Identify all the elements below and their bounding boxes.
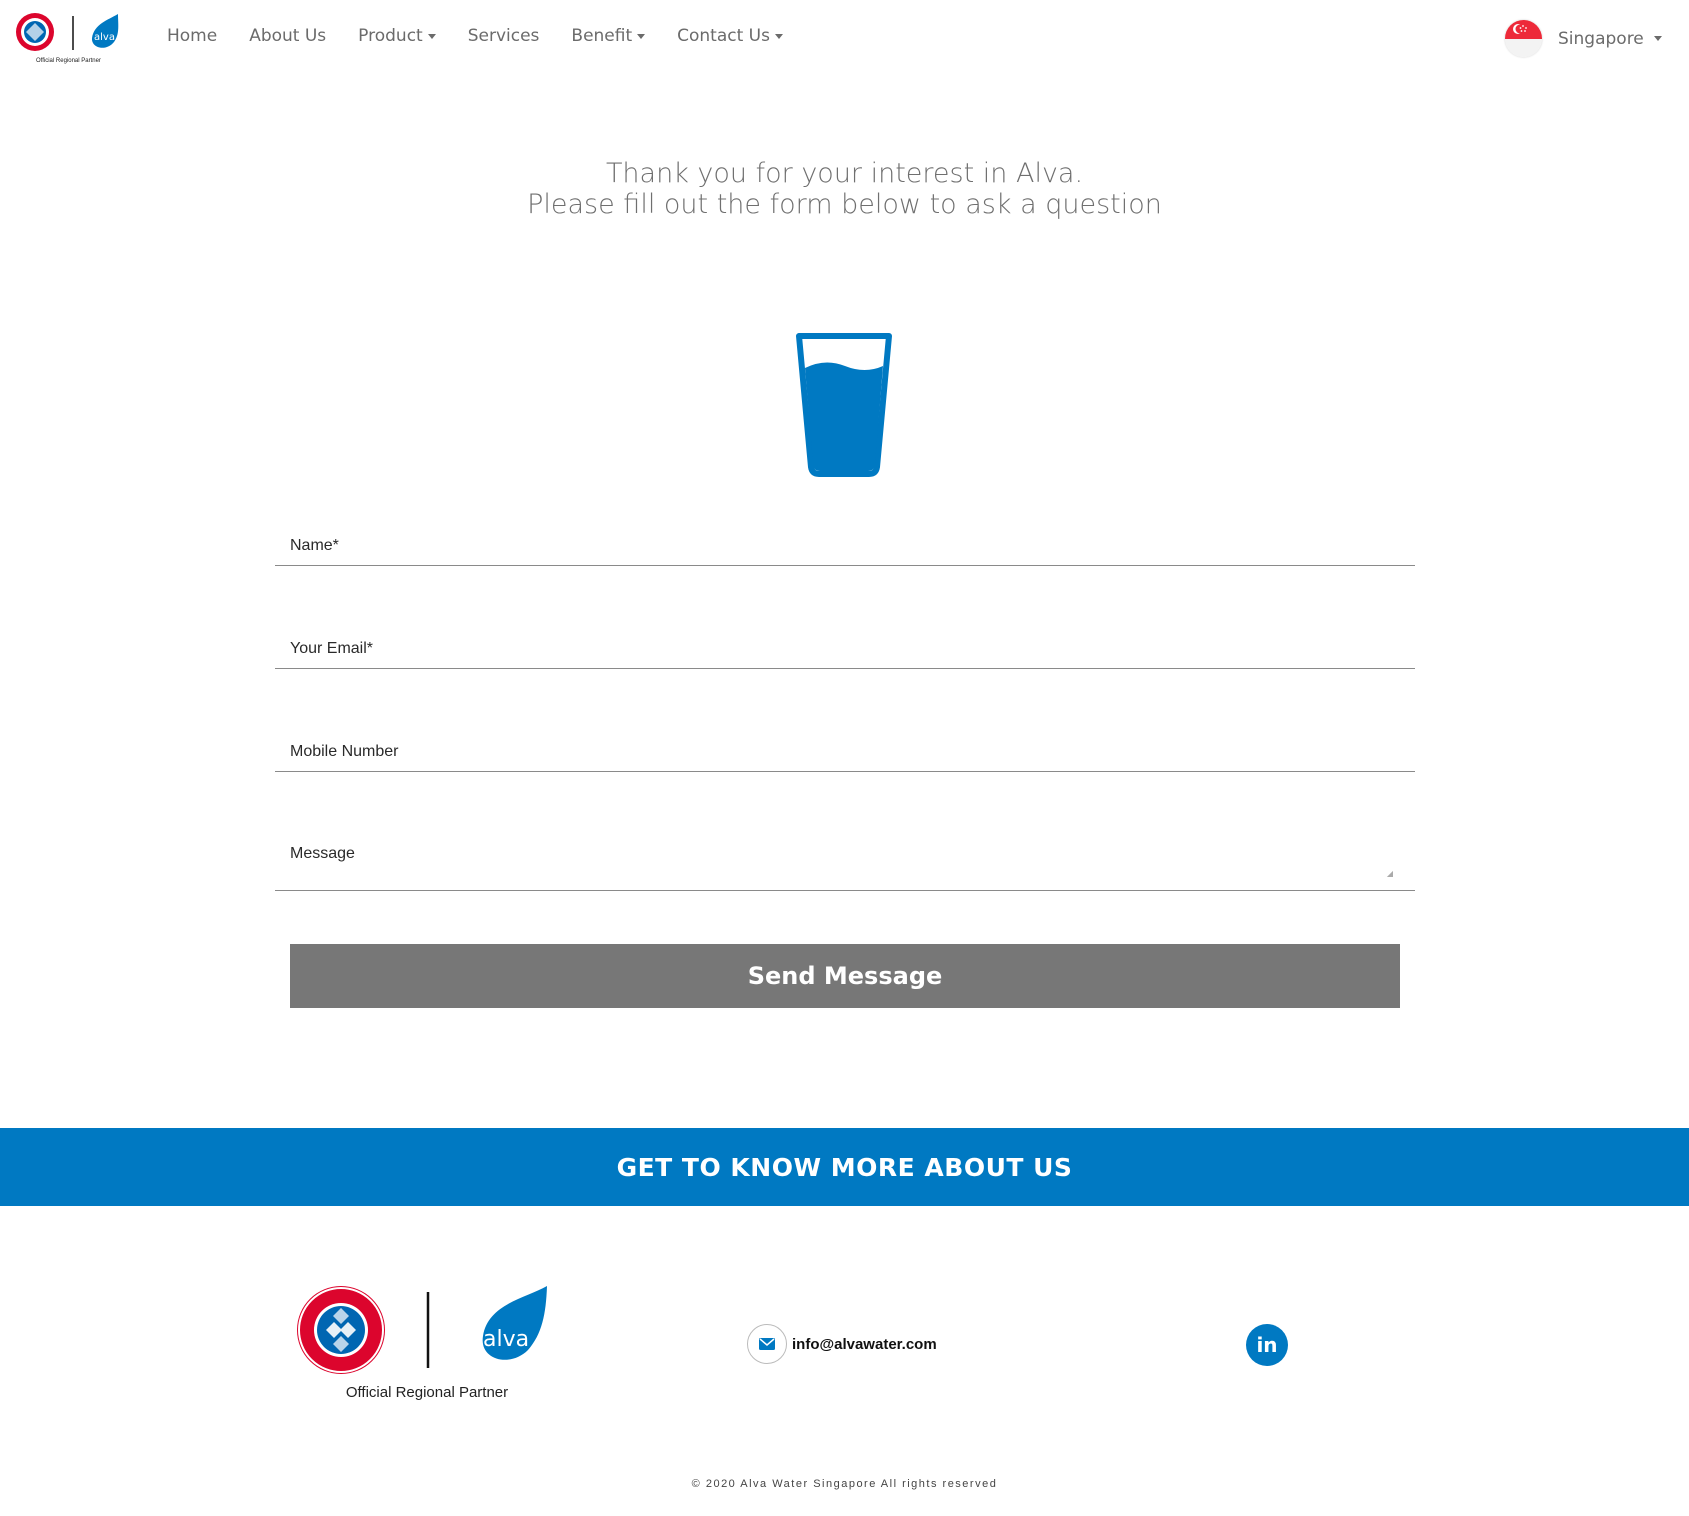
country-label: Singapore (1558, 28, 1644, 49)
name-field[interactable] (275, 526, 1415, 565)
country-selector[interactable]: Singapore (1505, 20, 1662, 57)
about-banner[interactable]: GET TO KNOW MORE ABOUT US (0, 1128, 1689, 1206)
message-field-wrap: ◢ (275, 835, 1415, 891)
water-glass-icon (796, 333, 892, 477)
nav-contact-us[interactable]: Contact Us (677, 26, 783, 46)
brand-logo[interactable]: alva Official Regional Partner (14, 10, 130, 66)
singapore-flag-icon (1505, 20, 1542, 57)
caret-down-icon (427, 33, 436, 39)
nav-about-us[interactable]: About Us (249, 26, 326, 46)
email-text: info@alvawater.com (792, 1335, 937, 1353)
site-header: alva Official Regional Partner Home Abou… (0, 0, 1689, 80)
logo-caption: Official Regional Partner (36, 58, 101, 64)
intro-line-2: Please fill out the form below to ask a … (527, 189, 1162, 220)
intro-text: Thank you for your interest in Alva. Ple… (0, 158, 1689, 220)
nav-benefit[interactable]: Benefit (571, 26, 646, 46)
message-field[interactable] (275, 835, 1415, 890)
partner-caption: Official Regional Partner (345, 1384, 509, 1401)
envelope-icon (747, 1324, 787, 1364)
nav-home[interactable]: Home (167, 26, 217, 46)
nav-services[interactable]: Services (468, 26, 540, 46)
nav-product[interactable]: Product (358, 26, 436, 46)
linkedin-icon[interactable]: in (1246, 1324, 1288, 1366)
banner-text: GET TO KNOW MORE ABOUT US (616, 1152, 1073, 1182)
nav-product-label: Product (358, 26, 423, 46)
nav-services-label: Services (467, 26, 540, 46)
intro-line-1: Thank you for your interest in Alva. (605, 158, 1084, 189)
footer-logo-alva-text: alva (483, 1327, 529, 1352)
nav-about-label: About Us (249, 26, 327, 46)
mobile-field[interactable] (275, 732, 1415, 771)
email-field[interactable] (275, 629, 1415, 668)
main-nav: Home About Us Product Services Benefit C… (167, 26, 815, 46)
email-link[interactable]: info@alvawater.com (747, 1324, 937, 1364)
caret-down-icon (1653, 36, 1662, 41)
nav-benefit-label: Benefit (571, 26, 633, 46)
resize-handle-icon[interactable]: ◢ (1387, 869, 1393, 878)
mobile-field-wrap (275, 732, 1415, 772)
copyright-text: © 2020 Alva Water Singapore All rights r… (691, 1478, 998, 1490)
footer-brand-logo[interactable]: alva (296, 1284, 551, 1384)
name-field-wrap (275, 526, 1415, 566)
caret-down-icon (775, 33, 783, 39)
nav-contact-label: Contact Us (677, 26, 770, 46)
email-field-wrap (275, 629, 1415, 669)
send-message-button[interactable]: Send Message (290, 944, 1400, 1008)
caret-down-icon (637, 33, 646, 39)
logo-alva-text: alva (94, 32, 115, 43)
nav-home-label: Home (167, 26, 218, 46)
